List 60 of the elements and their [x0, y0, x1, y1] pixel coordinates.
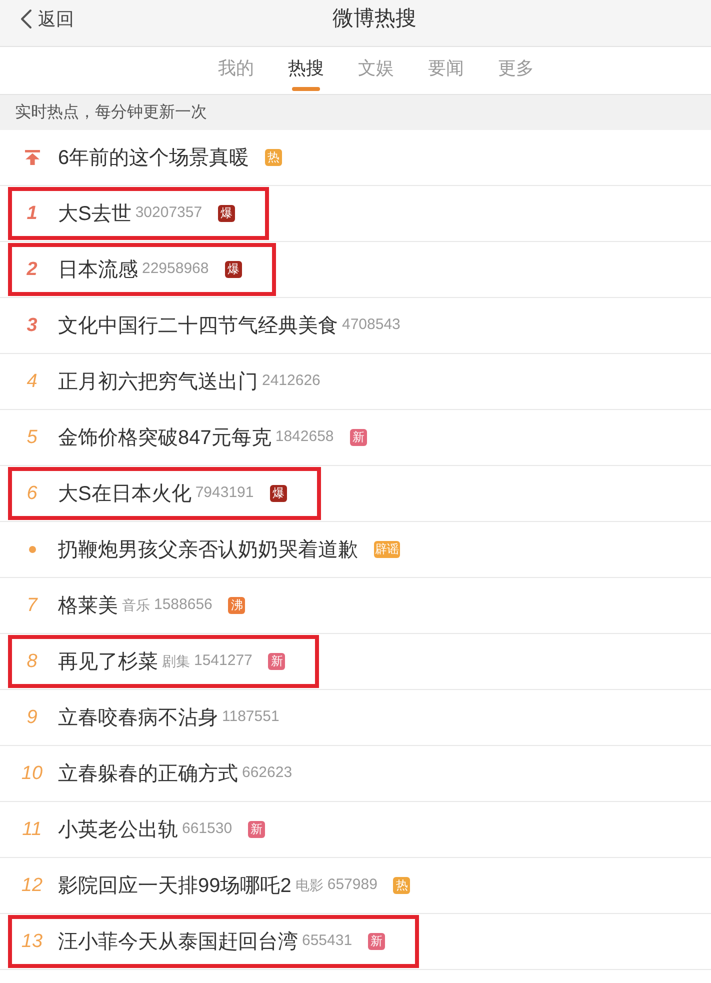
topic-title[interactable]: 立春咬春病不沾身 — [58, 704, 218, 730]
rank-number: 2 — [26, 258, 38, 282]
topic-title[interactable]: 文化中国行二十四节气经典美食 — [58, 312, 338, 338]
rank-number: 12 — [21, 874, 43, 898]
status-tag: 热 — [393, 877, 410, 894]
topic-title[interactable]: 日本流感 — [58, 256, 138, 282]
heat-count: 1187551 — [222, 707, 280, 728]
category-label: 剧集 — [162, 652, 190, 671]
status-tag: 新 — [350, 429, 367, 446]
rank-number: 13 — [21, 930, 43, 954]
topic-title[interactable]: 大S在日本火化 — [58, 480, 192, 506]
status-tag: 爆 — [224, 261, 242, 278]
topic-title[interactable]: 汪小菲今天从泰国赶回台湾 — [58, 928, 298, 954]
chevron-left-icon — [20, 9, 32, 29]
topic-title[interactable]: 影院回应一天排99场哪吒2 — [58, 872, 292, 898]
rank-number: 7 — [26, 594, 38, 618]
status-tag: 新 — [368, 933, 386, 950]
rank-number: 1 — [26, 202, 38, 226]
update-notice: 实时热点，每分钟更新一次 — [0, 95, 711, 130]
heat-count: 1842658 — [275, 427, 334, 448]
heat-count: 4708543 — [342, 315, 400, 336]
heat-count: 1541277 — [194, 651, 252, 672]
status-tag: 爆 — [218, 205, 236, 222]
status-tag: 辟谣 — [374, 541, 400, 558]
topic-title[interactable]: 小英老公出轨 — [58, 816, 178, 842]
heat-count: 30207357 — [135, 203, 202, 224]
status-tag: 热 — [265, 149, 282, 166]
rank-number: 4 — [26, 370, 38, 394]
rank-number: 6 — [26, 482, 38, 506]
heat-count: 7943191 — [195, 483, 254, 504]
heat-count: 2412626 — [262, 371, 320, 392]
rank-number: 10 — [21, 762, 43, 786]
topic-title[interactable]: 正月初六把穷气送出门 — [58, 368, 258, 394]
status-tag: 沸 — [228, 597, 246, 614]
heat-count: 662623 — [242, 763, 292, 784]
status-tag: 新 — [268, 653, 286, 670]
rank-number: 3 — [26, 314, 38, 338]
topic-title[interactable]: 扔鞭炮男孩父亲否认奶奶哭着道歉 — [58, 536, 358, 562]
rank-number: 8 — [26, 650, 38, 674]
heat-count: 1588656 — [154, 595, 212, 616]
back-button[interactable]: 返回 — [0, 7, 78, 31]
topic-title[interactable]: 立春躲春的正确方式 — [58, 760, 238, 786]
heat-count: 661530 — [182, 819, 232, 840]
rank-number: 5 — [26, 426, 38, 450]
heat-count: 655431 — [302, 931, 352, 952]
topic-title[interactable]: 金饰价格突破847元每克 — [58, 424, 272, 450]
heat-count: 657989 — [327, 875, 378, 896]
topic-title[interactable]: 格莱美 — [58, 592, 118, 618]
topic-title[interactable]: 再见了杉菜 — [58, 648, 158, 674]
topic-title[interactable]: 大S去世 — [58, 200, 132, 226]
status-tag: 新 — [248, 821, 266, 838]
status-tag: 爆 — [270, 485, 287, 502]
rank-number: 9 — [26, 706, 38, 730]
category-label: 音乐 — [122, 596, 150, 615]
category-tab[interactable]: 热搜 — [271, 47, 341, 94]
heat-count: 22958968 — [142, 259, 209, 280]
category-label: 电影 — [295, 876, 324, 895]
topic-title[interactable]: 6年前的这个场景真暖 — [58, 144, 250, 170]
rank-number: 11 — [22, 818, 42, 842]
page-title: 微博热搜 — [332, 6, 418, 32]
